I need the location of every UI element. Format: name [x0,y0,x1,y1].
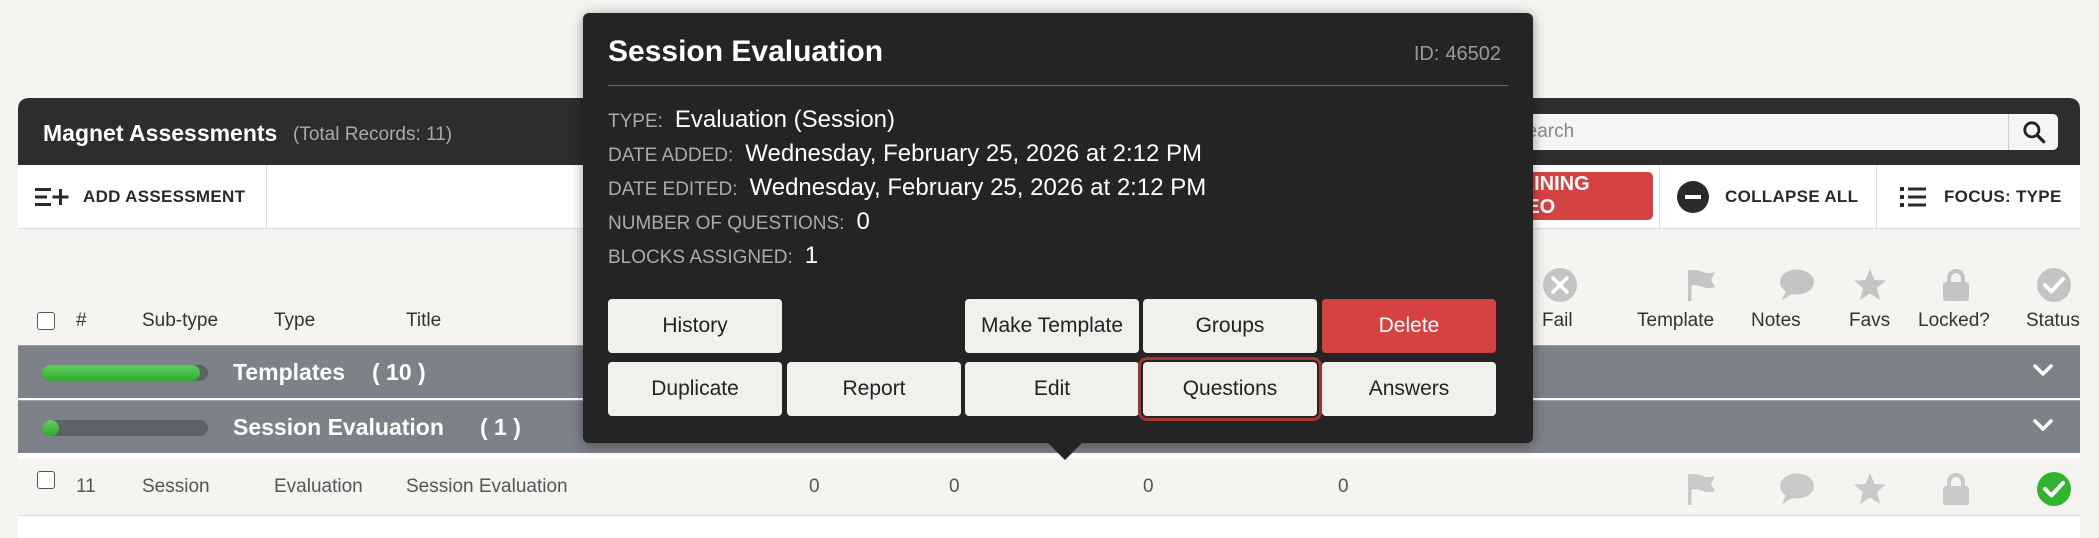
collapse-icon [1677,181,1709,213]
assessment-popup: Session Evaluation ID: 46502 TYPE: Evalua… [583,13,1533,443]
lock-icon[interactable] [1940,471,1972,507]
row-number: 11 [76,476,96,497]
row-value: 0 [1338,476,1349,497]
add-assessment-label: ADD ASSESSMENT [83,187,246,206]
group-count: ( 10 ) [372,359,426,385]
add-assessment-button[interactable]: ADD ASSESSMENT [35,165,245,229]
info-label: TYPE: [608,111,663,132]
make-template-button[interactable]: Make Template [965,299,1139,353]
group-name: Session Evaluation [233,414,444,440]
popup-divider [608,85,1508,86]
collapse-all-label: COLLAPSE ALL [1725,187,1859,206]
lock-icon [1943,269,1969,301]
status-check-icon[interactable] [2036,471,2072,507]
total-records: (Total Records: 11) [293,124,453,145]
col-number[interactable]: # [76,310,87,332]
fail-icon [1543,268,1577,302]
history-button[interactable]: History [608,299,782,353]
edit-button[interactable]: Edit [965,362,1139,416]
questions-button[interactable]: Questions [1138,357,1322,421]
star-icon[interactable] [1852,471,1888,507]
col-fail[interactable]: Fail [1542,310,1573,332]
info-date-edited: DATE EDITED: Wednesday, February 25, 202… [608,174,1206,202]
answers-button[interactable]: Answers [1322,362,1496,416]
toolbar-divider [266,165,267,229]
flag-icon [1688,269,1715,301]
popup-id: ID: 46502 [1414,43,1501,66]
report-button[interactable]: Report [787,362,961,416]
popup-pointer [1047,442,1083,460]
info-question-count: NUMBER OF QUESTIONS: 0 [608,208,870,236]
row-checkbox[interactable] [37,471,55,489]
col-locked[interactable]: Locked? [1918,310,1990,332]
panel-title: Magnet Assessments [43,120,278,146]
info-value: Wednesday, February 25, 2026 at 2:12 PM [745,140,1202,167]
toolbar-divider [1659,165,1660,229]
flag-icon[interactable] [1684,471,1718,507]
col-title[interactable]: Title [406,310,441,332]
popup-id-value: 46502 [1445,43,1501,65]
col-type[interactable]: Type [274,310,315,332]
list-icon [1900,187,1926,207]
col-status[interactable]: Status [2026,310,2080,332]
row-value: 0 [949,476,960,497]
group-progress-bar [42,420,208,436]
row-value: 0 [1143,476,1154,497]
popup-id-label: ID: [1413,43,1440,65]
info-blocks-assigned: BLOCKS ASSIGNED: 1 [608,242,818,270]
info-date-added: DATE ADDED: Wednesday, February 25, 2026… [608,140,1202,168]
col-favs[interactable]: Favs [1849,310,1890,332]
chevron-down-icon[interactable] [2032,362,2054,378]
check-circle-icon [2037,268,2071,302]
info-label: NUMBER OF QUESTIONS: [608,213,845,234]
info-label: DATE EDITED: [608,179,738,200]
info-label: BLOCKS ASSIGNED: [608,247,793,268]
info-value: 0 [856,208,870,235]
groups-button[interactable]: Groups [1143,299,1317,353]
select-all-checkbox[interactable] [37,312,55,330]
toolbar-divider [1876,165,1877,229]
row-subtype: Session [142,476,210,497]
info-value: Evaluation (Session) [674,106,896,133]
group-name: Templates [233,359,346,385]
col-notes[interactable]: Notes [1751,310,1801,332]
focus-type-label: FOCUS: TYPE [1944,187,2062,206]
table-row[interactable]: 11 Session Evaluation Session Evaluation… [18,459,2080,516]
info-value: 1 [804,242,819,269]
focus-type-button[interactable]: FOCUS: TYPE [1900,165,2062,229]
search-box [1468,114,2058,150]
row-title[interactable]: Session Evaluation [406,476,568,498]
delete-button[interactable]: Delete [1322,299,1496,353]
add-list-icon [35,188,69,206]
group-count: ( 1 ) [480,414,521,440]
search-button[interactable] [2008,114,2058,150]
collapse-all-button[interactable]: COLLAPSE ALL [1676,165,1858,229]
group-progress-bar [42,365,208,381]
star-icon [1854,269,1886,300]
chat-bubble-icon [1780,269,1814,300]
col-subtype[interactable]: Sub-type [142,310,218,332]
info-value: Wednesday, February 25, 2026 at 2:12 PM [749,174,1207,201]
duplicate-button[interactable]: Duplicate [608,362,782,416]
row-value: 0 [809,476,820,497]
search-icon [2022,121,2045,144]
col-template[interactable]: Template [1637,310,1714,332]
info-label: DATE ADDED: [608,145,734,166]
info-type: TYPE: Evaluation (Session) [608,106,895,134]
chat-bubble-icon[interactable] [1778,471,1816,507]
popup-title: Session Evaluation [608,35,884,68]
chevron-down-icon[interactable] [2032,417,2054,433]
search-input[interactable] [1468,114,2008,150]
row-type: Evaluation [274,476,363,497]
